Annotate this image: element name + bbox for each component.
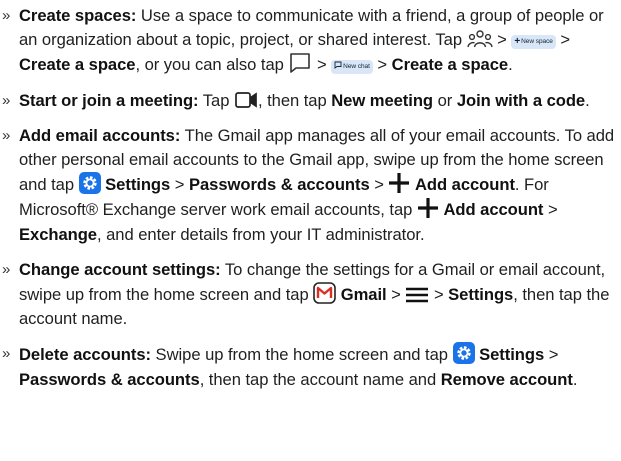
bold-term: Passwords & accounts — [188, 175, 370, 195]
plus-icon: + — [514, 36, 521, 48]
list-item-meeting: » Start or join a meeting: Tap , then ta… — [0, 89, 619, 113]
separator: > — [372, 55, 392, 75]
body-text: or — [433, 90, 457, 110]
item-title: Start or join a meeting: — [19, 90, 199, 110]
list-item-create-spaces: » Create spaces: Use a space to communic… — [2, 6, 604, 75]
separator: > — [170, 175, 189, 195]
body-text: , and enter details from your IT adminis… — [97, 224, 425, 244]
list-item-change-account-settings: » Change account settings: To change the… — [0, 258, 619, 332]
item-title: Change account settings: — [19, 259, 221, 279]
body-text: Tap — [198, 90, 234, 110]
bold-term: Add account — [414, 175, 515, 195]
bold-term: Settings — [448, 285, 514, 305]
list-item-delete-accounts: » Delete accounts: Swipe up from the hom… — [0, 342, 619, 391]
separator: > — [429, 285, 449, 305]
bold-term: Join with a code — [456, 90, 586, 110]
settings-gear-icon — [452, 342, 475, 365]
item-title: Delete accounts: — [19, 345, 151, 365]
body-text: , then tap the account name and — [199, 369, 441, 389]
plus-icon — [417, 197, 439, 219]
bold-term: Remove account — [440, 369, 573, 389]
body-text: Swipe up from the home screen and tap — [151, 345, 453, 365]
item-title: Add email accounts: — [19, 125, 181, 145]
separator: > — [369, 175, 389, 195]
settings-gear-icon — [78, 172, 101, 195]
plus-icon — [388, 172, 410, 194]
bold-term: Settings — [479, 345, 545, 365]
bullet-marker: » — [2, 345, 11, 363]
bold-term: New meeting — [331, 90, 434, 110]
list-item-add-email-accounts: » Add email accounts: The Gmail app mana… — [0, 124, 619, 247]
hamburger-menu-icon — [405, 286, 429, 304]
gmail-icon — [313, 282, 336, 304]
bold-term: Create a space — [391, 55, 509, 75]
separator: > — [543, 200, 558, 220]
bold-term: Settings — [105, 175, 171, 195]
new-space-chip: +New space — [511, 35, 556, 50]
separator: > — [544, 345, 559, 365]
bold-term: Create a space — [19, 55, 136, 75]
bold-term: Add account — [443, 200, 544, 220]
separator: > — [312, 55, 332, 75]
document-page: » Create spaces: Use a space to communic… — [0, 0, 621, 461]
bullet-marker: » — [2, 126, 11, 144]
bold-term: Passwords & accounts — [19, 369, 200, 389]
chat-bubble-icon — [288, 52, 312, 74]
body-text: , or you can also tap — [135, 55, 289, 75]
separator: > — [386, 285, 406, 305]
bullet-marker: » — [2, 260, 11, 278]
bullet-marker: » — [2, 7, 11, 24]
instruction-list: » Create spaces: Use a space to communic… — [0, 0, 621, 392]
new-chat-chip: New chat — [331, 60, 373, 75]
bold-term: Exchange — [19, 224, 97, 244]
bold-term: Gmail — [340, 285, 387, 305]
bullet-marker: » — [2, 91, 11, 109]
body-text: , then tap — [257, 90, 332, 110]
video-camera-icon — [234, 90, 258, 110]
people-icon — [466, 29, 493, 49]
separator: > — [492, 30, 512, 50]
item-title: Create spaces: — [19, 6, 137, 25]
separator: > — [555, 30, 571, 50]
